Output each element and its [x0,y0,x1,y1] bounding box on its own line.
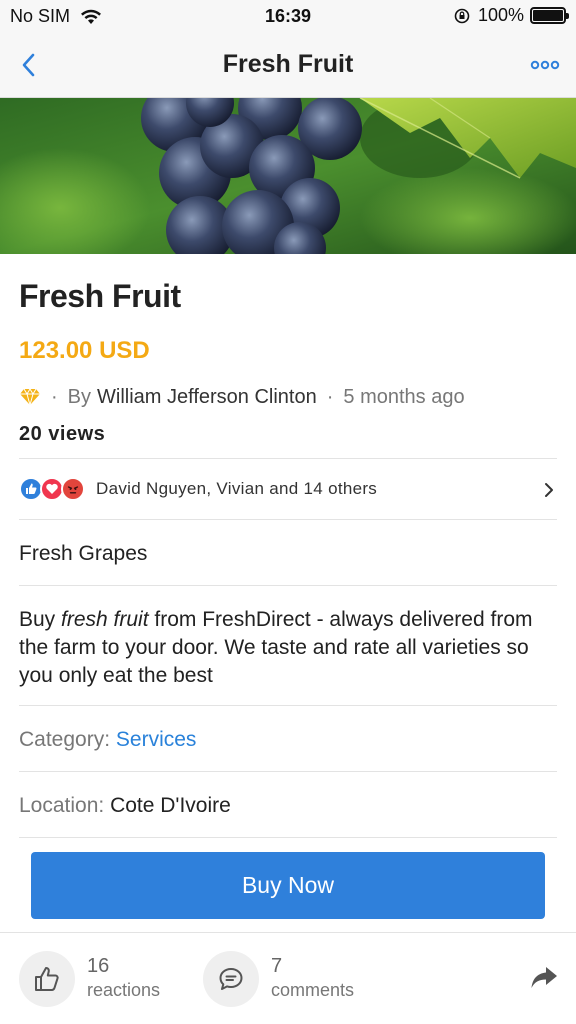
reactions-stat-text: 16 reactions [87,954,160,1002]
category-row: Category: Services [19,706,557,772]
comments-stat[interactable]: 7 comments [203,951,354,1007]
diamond-icon [20,388,40,406]
subtitle-text: Fresh Grapes [19,542,148,565]
status-bar: No SIM 16:39 100% [0,0,576,34]
product-subtitle: Fresh Grapes [19,520,557,586]
status-right: 100% [454,5,569,26]
reactions-label: reactions [87,980,161,1000]
meta-separator: · [51,385,58,408]
description-pre: Buy [19,608,62,631]
orientation-lock-icon [454,8,470,23]
more-options-icon[interactable] [530,58,560,72]
battery-icon [530,7,569,24]
nav-title: Fresh Fruit [222,50,354,78]
view-count: 20 views [19,423,106,445]
reactions-count: 16 [87,955,110,977]
comment-icon [219,968,243,990]
author-link[interactable]: William Jefferson Clinton [97,386,317,409]
chevron-right-icon [545,483,553,497]
share-icon[interactable] [530,965,558,991]
comments-stat-text: 7 comments [271,954,354,1002]
location-row: Location: Cote D'Ivoire [19,772,557,838]
posted-time: 5 months ago [343,385,465,408]
meta-separator: · [326,385,334,408]
grapes-photo [0,98,576,254]
product-description: Buy fresh fruit from FreshDirect - alway… [19,586,557,706]
reactions-summary[interactable]: David Nguyen, Vivian and 14 others [19,458,557,520]
by-label: By [67,385,92,408]
navigation-bar: Fresh Fruit [0,34,576,98]
description-emphasis: fresh fruit [61,608,149,631]
reactors-text: David Nguyen, Vivian and 14 others [96,479,378,498]
location-label: Location: [19,794,111,817]
category-label: Category: [19,728,116,751]
reactions-stat[interactable]: 16 reactions [19,951,160,1007]
comment-button[interactable] [203,951,259,1007]
battery-fill [533,10,563,21]
category-link[interactable]: Services [116,728,197,751]
location-value: Cote D'Ivoire [110,794,231,817]
product-title: Fresh Fruit [19,278,181,314]
buy-now-button[interactable]: Buy Now [31,852,545,919]
battery-percent: 100% [477,5,524,25]
thumbs-up-icon [35,967,59,991]
thumbs-up-button[interactable] [19,951,75,1007]
comments-label: comments [271,980,355,1000]
product-meta: · By William Jefferson Clinton · 5 month… [19,385,557,409]
footer-bar: 16 reactions 7 comments [0,932,576,1024]
product-info: Fresh Fruit 123.00 USD · By William Jeff… [19,254,557,446]
product-image[interactable] [0,98,576,254]
reaction-icons [19,477,85,501]
comments-count: 7 [271,955,283,977]
angry-icon [61,477,85,501]
product-price: 123.00 USD [19,337,150,364]
